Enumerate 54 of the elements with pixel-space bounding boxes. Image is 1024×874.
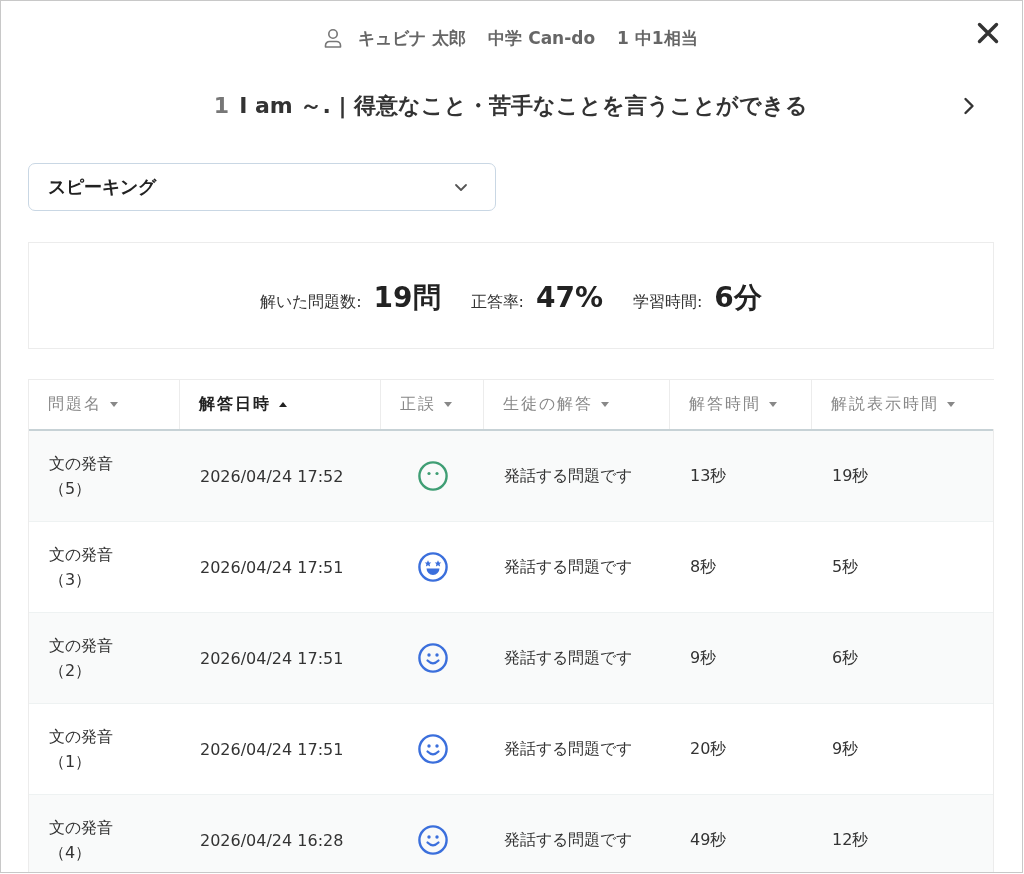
neutral-face-icon xyxy=(417,461,448,491)
table-cell: 2026/04/24 17:51 xyxy=(200,739,344,759)
table-cell: 2026/04/24 17:51 xyxy=(200,648,344,668)
smiling-face-icon xyxy=(417,734,448,764)
stat-value: 19問 xyxy=(373,280,441,316)
table-cell: 発話する問題です xyxy=(504,829,632,851)
course-name: 中学 Can-do xyxy=(488,26,596,50)
table-cell: 9秒 xyxy=(832,738,859,760)
caret-down-icon xyxy=(947,402,955,407)
stat-label: 学習時間: xyxy=(632,292,703,313)
table-cell: 発話する問題です xyxy=(504,738,632,760)
next-button[interactable] xyxy=(963,97,975,115)
stat-value: 6分 xyxy=(714,280,762,316)
table-cell: 発話する問題です xyxy=(504,556,632,578)
stat-value: 47% xyxy=(535,281,603,314)
person-icon xyxy=(324,28,343,48)
table-cell: 19秒 xyxy=(832,465,869,487)
table-cell: 2026/04/24 17:51 xyxy=(200,557,344,577)
smiling-face-icon xyxy=(417,825,448,855)
close-button[interactable] xyxy=(977,22,999,44)
table-cell: 13秒 xyxy=(690,465,727,487)
table-cell: 6秒 xyxy=(832,647,859,669)
chevron-down-icon xyxy=(454,182,468,192)
unit-title: I am ～. | 得意なこと・苦手なことを言うことができる xyxy=(239,92,809,121)
table-cell-text: 文の発音（5） xyxy=(49,453,114,500)
table-cell-text: 文の発音（2） xyxy=(49,635,114,682)
table-cell: 12秒 xyxy=(832,829,869,851)
grade-level: 1 中1相当 xyxy=(617,26,698,50)
caret-down-icon xyxy=(444,402,452,407)
smiling-face-icon xyxy=(417,643,448,673)
table-cell: 8秒 xyxy=(690,556,717,578)
star-eyes-face-icon xyxy=(417,552,448,582)
caret-up-icon xyxy=(279,402,287,407)
table-cell-text: 文の発音（3） xyxy=(49,544,114,591)
table-cell: 5秒 xyxy=(832,556,859,578)
student-name: キュビナ 太郎 xyxy=(358,26,467,50)
table-cell: 9秒 xyxy=(690,647,717,669)
table-cell-text: 文の発音（4） xyxy=(49,817,114,864)
stat-label: 正答率: xyxy=(470,292,524,313)
chevron-right-icon xyxy=(963,97,975,115)
caret-down-icon xyxy=(110,402,118,407)
table-cell: 2026/04/24 17:52 xyxy=(200,466,344,486)
table-cell-text: 文の発音（1） xyxy=(49,726,114,773)
skill-dropdown[interactable]: スピーキング xyxy=(28,163,496,211)
table-cell: 発話する問題です xyxy=(504,465,632,487)
close-icon xyxy=(977,22,999,44)
table-cell: 2026/04/24 16:28 xyxy=(200,830,344,850)
table-cell: 49秒 xyxy=(690,829,727,851)
caret-down-icon xyxy=(601,402,609,407)
caret-down-icon xyxy=(769,402,777,407)
table-cell: 20秒 xyxy=(690,738,727,760)
unit-number: 1 xyxy=(213,93,230,118)
table-cell: 発話する問題です xyxy=(504,647,632,669)
stat-label: 解いた問題数: xyxy=(260,292,362,313)
